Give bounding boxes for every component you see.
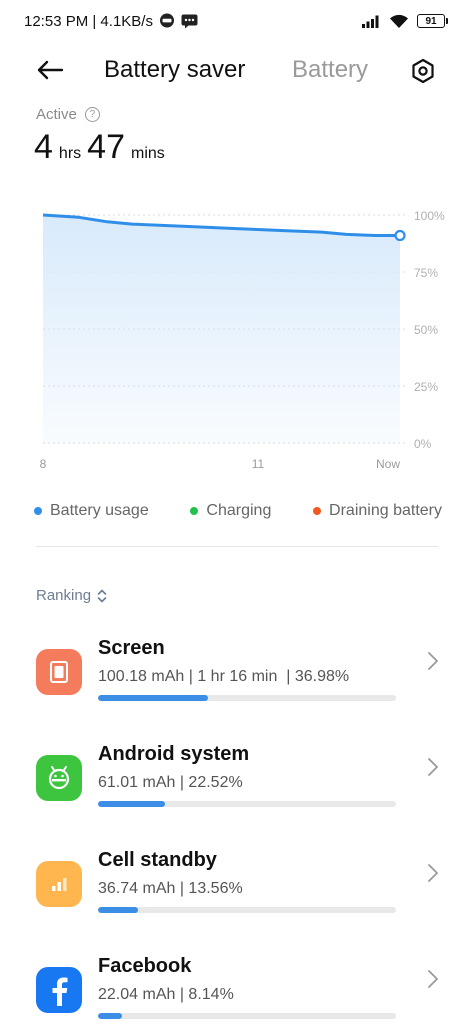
app-name: Facebook	[98, 955, 192, 977]
signal-icon	[36, 861, 82, 907]
header: Battery saver Battery	[0, 44, 474, 96]
divider	[36, 546, 438, 547]
legend-item: Draining battery	[313, 502, 442, 520]
y-tick-label: 100%	[414, 209, 445, 223]
app-stats: 36.74 mAh | 13.56%	[98, 880, 243, 897]
battery-level: 91	[417, 14, 445, 28]
y-tick-label: 50%	[414, 323, 438, 337]
app-name: Android system	[98, 743, 250, 765]
settings-icon	[412, 58, 434, 84]
active-hours-unit: hrs	[58, 145, 82, 162]
legend-label: Battery usage	[50, 502, 149, 519]
active-label-text: Active	[36, 106, 77, 123]
battery-chart: 100% 75% 50% 25% 0% 8 11 Now	[40, 209, 445, 471]
app-name: Cell standby	[98, 849, 217, 871]
usage-bar-fill	[98, 801, 166, 807]
app-row-facebook[interactable]: Facebook 22.04 mAh | 8.14%	[0, 955, 474, 1027]
line-app-icon	[159, 13, 175, 29]
sort-icon	[97, 589, 107, 602]
status-left: 12:53 PM | 4.1KB/s	[24, 13, 198, 30]
legend-dot	[313, 507, 322, 515]
x-tick-label: 11	[252, 457, 265, 471]
usage-bar	[98, 907, 396, 913]
battery-status-icon: 91	[417, 14, 448, 28]
app-stats: 100.18 mAh | 1 hr 16 min | 36.98%	[98, 668, 350, 685]
active-time: 4 hrs 47 mins	[34, 128, 171, 167]
usage-bar	[98, 695, 396, 701]
app-stats: 22.04 mAh | 8.14%	[98, 986, 234, 1003]
usage-bar-fill	[98, 1013, 123, 1019]
usage-bar-fill	[98, 907, 139, 913]
ranking-label: Ranking	[36, 587, 92, 604]
battery-area	[43, 215, 400, 443]
app-name: Screen	[98, 637, 165, 659]
app-row-screen[interactable]: Screen 100.18 mAh | 1 hr 16 min | 36.98%	[0, 637, 474, 743]
app-row-cell-standby[interactable]: Cell standby 36.74 mAh | 13.56%	[0, 849, 474, 955]
active-label: Active ?	[36, 106, 100, 123]
back-arrow-icon	[37, 60, 64, 80]
usage-bar-fill	[98, 695, 209, 701]
current-level-point	[394, 229, 406, 242]
settings-button[interactable]	[406, 54, 440, 88]
cell-signal-icon	[361, 14, 381, 28]
tab-battery-saver[interactable]: Battery saver	[104, 56, 245, 84]
status-right: 91	[361, 14, 448, 29]
chevron-right-icon	[424, 967, 442, 991]
status-bar: 12:53 PM | 4.1KB/s 91	[0, 0, 474, 42]
x-tick-label: Now	[376, 457, 400, 471]
chevron-right-icon	[424, 649, 442, 673]
app-row-android-system[interactable]: Android system 61.01 mAh | 22.52%	[0, 743, 474, 849]
message-icon	[181, 14, 198, 29]
ranking-sort-button[interactable]: Ranking	[36, 587, 107, 604]
wifi-icon	[389, 14, 409, 29]
legend-item: Battery usage	[34, 502, 149, 520]
active-minutes: 47	[87, 128, 125, 166]
help-icon[interactable]: ?	[84, 107, 100, 122]
chevron-right-icon	[424, 755, 442, 779]
legend-dot	[190, 507, 199, 515]
back-button[interactable]	[34, 54, 66, 86]
usage-bar	[98, 1013, 396, 1019]
legend-dot	[34, 507, 42, 515]
chevron-right-icon	[424, 861, 442, 885]
screen-icon	[36, 649, 82, 695]
android-icon	[36, 755, 82, 801]
facebook-icon	[36, 967, 82, 1013]
usage-bar	[98, 801, 396, 807]
status-time-speed: 12:53 PM | 4.1KB/s	[24, 12, 153, 30]
y-tick-label: 0%	[414, 437, 432, 451]
tab-battery[interactable]: Battery	[292, 56, 368, 84]
legend-label: Draining battery	[329, 502, 442, 519]
y-tick-label: 75%	[414, 266, 438, 280]
active-minutes-unit: mins	[130, 145, 165, 162]
app-stats: 61.01 mAh | 22.52%	[98, 774, 243, 791]
legend-label: Charging	[206, 502, 272, 519]
legend-item: Charging	[190, 502, 271, 520]
active-hours: 4	[34, 128, 53, 166]
x-tick-label: 8	[40, 457, 47, 471]
y-tick-label: 25%	[414, 380, 438, 394]
chart-legend: Battery usage Charging Draining battery	[34, 500, 442, 522]
